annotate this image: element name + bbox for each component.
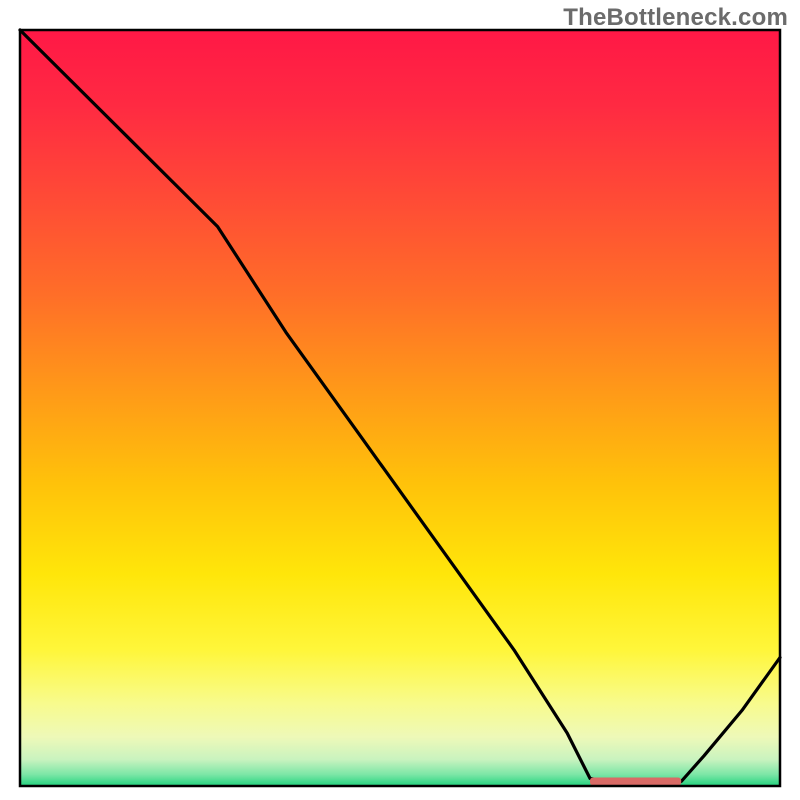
chart-stage: TheBottleneck.com bbox=[0, 0, 800, 800]
watermark-text: TheBottleneck.com bbox=[563, 4, 788, 32]
optimal-range-marker bbox=[590, 777, 681, 785]
bottleneck-chart bbox=[0, 0, 800, 800]
